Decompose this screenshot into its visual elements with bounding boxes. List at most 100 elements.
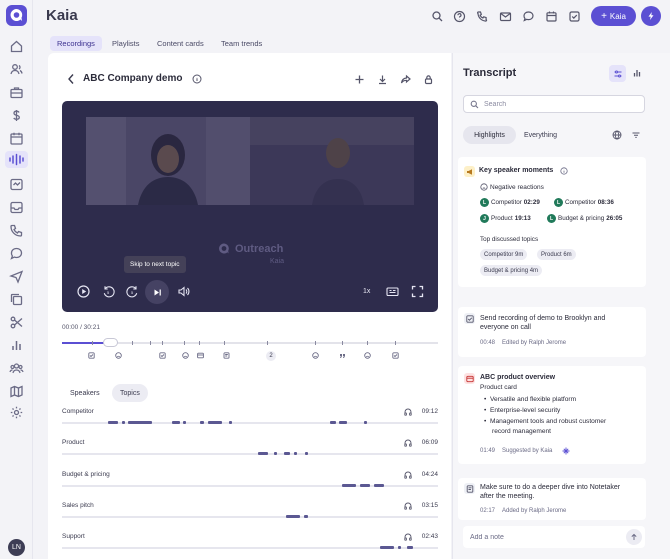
topic-segment[interactable]: [258, 452, 268, 455]
topic-segment[interactable]: [128, 421, 152, 424]
share-icon[interactable]: [400, 74, 411, 85]
reaction-chip[interactable]: L Budget & pricing 26:05: [547, 214, 622, 223]
task-card[interactable]: Make sure to do a deeper dive into Notet…: [458, 478, 646, 520]
transcript-view-button[interactable]: [609, 65, 626, 82]
add-icon[interactable]: [354, 74, 365, 85]
map-icon[interactable]: [8, 383, 25, 400]
topic-segment[interactable]: [122, 421, 125, 424]
headphones-icon[interactable]: [404, 471, 412, 479]
task-marker-icon[interactable]: [159, 352, 166, 359]
kaia-button[interactable]: + Kaia: [591, 6, 636, 26]
topic-segment[interactable]: [294, 452, 297, 455]
recordings-waveform-icon[interactable]: [5, 151, 28, 168]
playback-speed[interactable]: 1x: [363, 288, 370, 295]
mail-icon[interactable]: [499, 10, 512, 23]
chat-icon[interactable]: [8, 245, 25, 262]
reaction-marker-icon[interactable]: [182, 352, 189, 359]
topic-row[interactable]: Competitor 09:12: [62, 408, 438, 434]
topic-segment[interactable]: [274, 452, 277, 455]
topic-segment[interactable]: [330, 421, 336, 424]
user-avatar[interactable]: LN: [8, 539, 25, 556]
chart-board-icon[interactable]: [8, 176, 25, 193]
topic-row[interactable]: Product 06:09: [62, 439, 438, 465]
search-input[interactable]: [484, 97, 642, 111]
bar-chart-icon[interactable]: [8, 337, 25, 354]
help-icon[interactable]: [453, 10, 466, 23]
lightning-button[interactable]: [641, 6, 661, 26]
filter-icon[interactable]: [631, 130, 641, 140]
headphones-icon[interactable]: [404, 502, 412, 510]
checklist-icon[interactable]: [568, 10, 581, 23]
video-player[interactable]: Outreach Kaia: [62, 101, 438, 312]
topic-segment[interactable]: [183, 421, 186, 424]
topic-segment[interactable]: [229, 421, 232, 424]
playback-timeline[interactable]: [62, 338, 438, 347]
copy-icon[interactable]: [8, 291, 25, 308]
send-note-button[interactable]: [626, 529, 642, 545]
rewind-icon[interactable]: 5: [100, 283, 117, 300]
topic-pill[interactable]: Product 6m: [537, 249, 576, 260]
topic-segment[interactable]: [407, 546, 413, 549]
key-moments-card[interactable]: Key speaker moments Negative reactions L…: [458, 157, 646, 287]
topic-pill[interactable]: Competitor 9m: [480, 249, 528, 260]
speakers-tab[interactable]: Speakers: [62, 384, 108, 402]
search-icon[interactable]: [431, 10, 444, 23]
reaction-marker-icon[interactable]: [364, 352, 371, 359]
skip-next-topic-button[interactable]: [145, 280, 169, 304]
timeline-scrubber[interactable]: [102, 338, 118, 347]
phone-icon[interactable]: [8, 222, 25, 239]
send-icon[interactable]: [8, 268, 25, 285]
topic-segment[interactable]: [374, 484, 384, 487]
quote-marker-icon[interactable]: [339, 352, 346, 359]
back-arrow-icon[interactable]: [66, 72, 76, 86]
topic-row[interactable]: Support 02:43: [62, 533, 438, 559]
add-note-input[interactable]: [470, 530, 620, 544]
globe-icon[interactable]: [612, 130, 622, 140]
topic-segment[interactable]: [360, 484, 370, 487]
reaction-chip[interactable]: J Product 19:13: [480, 214, 531, 223]
volume-icon[interactable]: [175, 283, 192, 300]
briefcase-icon[interactable]: [8, 84, 25, 101]
topic-segment[interactable]: [380, 546, 394, 549]
task-time[interactable]: 00:48: [480, 340, 495, 346]
tab-team-trends[interactable]: Team trends: [214, 36, 269, 51]
dollar-icon[interactable]: [8, 107, 25, 124]
team-icon[interactable]: [8, 360, 25, 377]
task-card[interactable]: Send recording of demo to Brooklyn and e…: [458, 307, 646, 357]
topic-pill[interactable]: Budget & pricing 4m: [480, 265, 543, 276]
note-marker-icon[interactable]: [223, 352, 230, 359]
headphones-icon[interactable]: [404, 408, 412, 416]
lock-icon[interactable]: [423, 74, 434, 85]
tab-playlists[interactable]: Playlists: [105, 36, 147, 51]
settings-icon[interactable]: [8, 404, 25, 421]
product-card[interactable]: ABC product overview Product card • Vers…: [458, 366, 646, 464]
topic-segment[interactable]: [364, 421, 367, 424]
inbox-icon[interactable]: [8, 199, 25, 216]
event-count-badge[interactable]: 2: [266, 351, 276, 361]
calendar-icon[interactable]: [545, 10, 558, 23]
everything-tab[interactable]: Everything: [524, 126, 557, 144]
analytics-icon[interactable]: [630, 66, 644, 80]
topic-segment[interactable]: [398, 546, 401, 549]
captions-icon[interactable]: [384, 283, 401, 300]
tab-recordings[interactable]: Recordings: [50, 36, 102, 51]
topic-row[interactable]: Sales pitch 03:15: [62, 502, 438, 528]
highlights-tab[interactable]: Highlights: [463, 126, 516, 144]
reaction-chip[interactable]: L Competitor 02:29: [480, 198, 540, 207]
topic-segment[interactable]: [284, 452, 290, 455]
topic-segment[interactable]: [305, 452, 308, 455]
tab-content-cards[interactable]: Content cards: [150, 36, 211, 51]
card-marker-icon[interactable]: [197, 352, 204, 359]
reaction-marker-icon[interactable]: [312, 352, 319, 359]
home-icon[interactable]: [8, 38, 25, 55]
reaction-marker-icon[interactable]: [115, 352, 122, 359]
download-icon[interactable]: [377, 74, 388, 85]
task-time[interactable]: 02:17: [480, 508, 495, 514]
people-icon[interactable]: [8, 61, 25, 78]
play-button[interactable]: [75, 283, 92, 300]
scissors-icon[interactable]: [8, 314, 25, 331]
topic-segment[interactable]: [342, 484, 356, 487]
reaction-chip[interactable]: L Competitor 08:36: [554, 198, 614, 207]
task-marker-icon[interactable]: [88, 352, 95, 359]
product-card-time[interactable]: 01:49: [480, 448, 495, 454]
